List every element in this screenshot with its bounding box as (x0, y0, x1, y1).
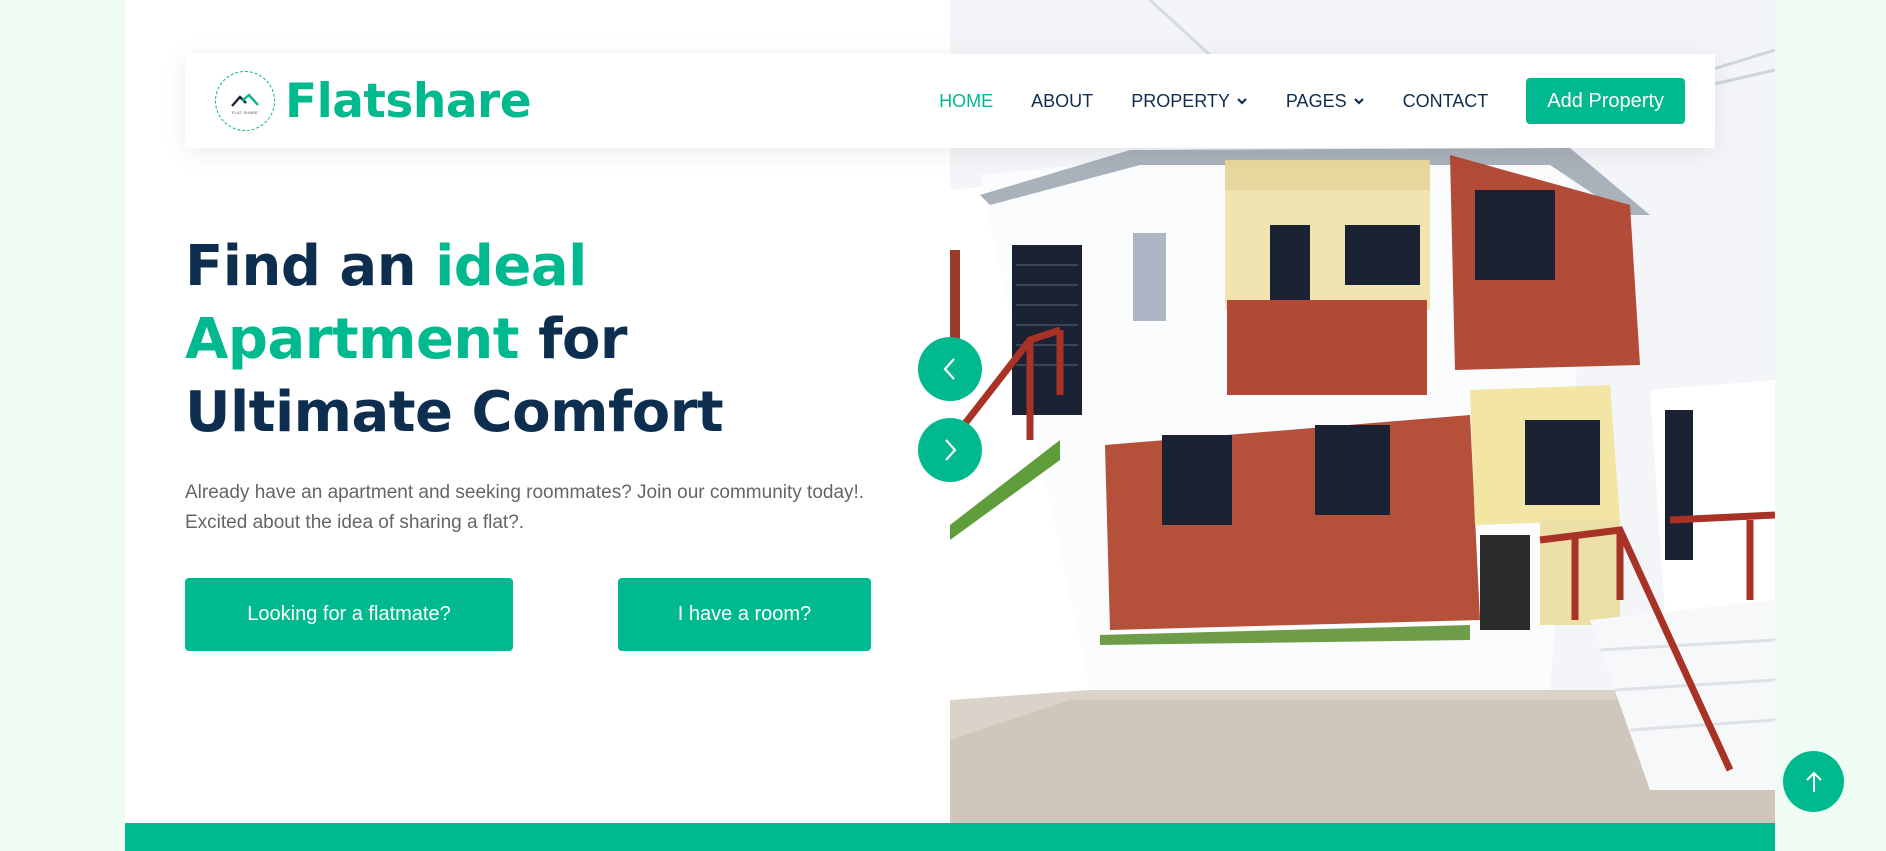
nav-menu: HOME ABOUT PROPERTY PAGES CONTACT Add Pr… (939, 78, 1685, 124)
nav-item-home[interactable]: HOME (939, 91, 993, 112)
chevron-left-icon (943, 358, 955, 380)
chevron-down-icon (1353, 98, 1364, 105)
nav-item-pages[interactable]: PAGES (1286, 91, 1365, 112)
carousel-next-button[interactable] (918, 418, 982, 482)
hero-title-part1: Find an (185, 234, 436, 299)
house-roof-icon (231, 93, 259, 107)
bottom-accent-bar (125, 823, 1775, 851)
nav-item-property[interactable]: PROPERTY (1131, 91, 1248, 112)
hero-title: Find an ideal Apartment for Ultimate Com… (185, 230, 905, 449)
navbar: FLAT SHARE Flatshare HOME ABOUT PROPERTY… (185, 54, 1715, 148)
nav-item-contact[interactable]: CONTACT (1403, 91, 1489, 112)
brand-name[interactable]: Flatshare (285, 74, 532, 129)
nav-item-label: PAGES (1285, 90, 1347, 111)
nav-item-label: PROPERTY (1131, 90, 1230, 111)
i-have-a-room-button[interactable]: I have a room? (618, 578, 871, 651)
nav-item-label: HOME (939, 90, 994, 111)
brand[interactable]: FLAT SHARE Flatshare (215, 71, 532, 131)
add-property-button[interactable]: Add Property (1526, 78, 1685, 124)
hero-description: Already have an apartment and seeking ro… (185, 482, 865, 533)
logo-caption: FLAT SHARE (231, 110, 259, 115)
looking-for-flatmate-button[interactable]: Looking for a flatmate? (185, 578, 513, 651)
nav-item-label: CONTACT (1402, 90, 1489, 111)
chevron-right-icon (945, 439, 957, 461)
logo[interactable]: FLAT SHARE (215, 71, 275, 131)
carousel-prev-button[interactable] (918, 337, 982, 401)
arrow-up-icon (1805, 771, 1822, 792)
page-container: FLAT SHARE Flatshare HOME ABOUT PROPERTY… (125, 0, 1775, 851)
nav-item-label: ABOUT (1031, 90, 1094, 111)
chevron-down-icon (1237, 98, 1247, 105)
nav-item-about[interactable]: ABOUT (1031, 91, 1093, 112)
back-to-top-button[interactable] (1783, 751, 1844, 812)
